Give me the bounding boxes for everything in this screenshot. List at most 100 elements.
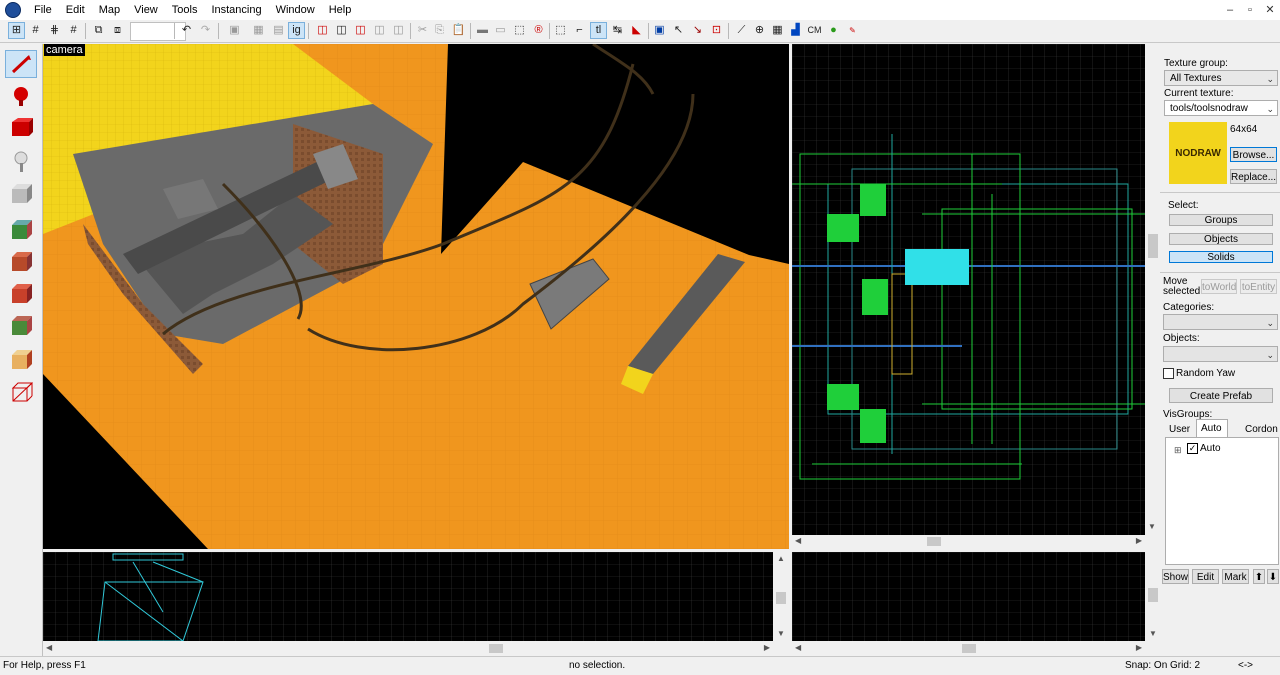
green-blob-icon[interactable]: ● bbox=[825, 22, 842, 39]
hide-icon[interactable]: ▣ bbox=[226, 22, 243, 39]
menu-edit[interactable]: Edit bbox=[59, 4, 92, 16]
texture-side-panel: Texture group: All Textures ⌄ Current te… bbox=[1160, 44, 1280, 656]
replace-button[interactable]: Replace... bbox=[1230, 169, 1277, 184]
undo-icon[interactable]: ↶ bbox=[178, 22, 195, 39]
scale-lock-icon[interactable]: ↹ bbox=[609, 22, 626, 39]
check-problems-icon[interactable]: ⊡ bbox=[708, 22, 725, 39]
top-viewport-vscroll[interactable]: ▼ bbox=[1146, 44, 1160, 535]
cube-grey-2-icon[interactable]: ◫ bbox=[390, 22, 407, 39]
group-icon[interactable]: ⧈ bbox=[109, 22, 126, 39]
tab-cordon[interactable]: Cordon bbox=[1245, 424, 1278, 435]
side-2d-viewport[interactable] bbox=[43, 552, 773, 641]
magnify-tool-icon[interactable] bbox=[5, 82, 37, 110]
menu-view[interactable]: View bbox=[127, 4, 165, 16]
visgroups-tabs: User Auto Cordon bbox=[1165, 419, 1278, 438]
selection-tool-icon[interactable] bbox=[5, 50, 37, 78]
visgroup-show-button[interactable]: Show bbox=[1162, 569, 1189, 584]
camera-tool-icon[interactable] bbox=[5, 114, 37, 142]
top-2d-viewport[interactable] bbox=[792, 44, 1145, 535]
move-up-button[interactable]: ⬆ bbox=[1253, 569, 1265, 584]
tab-auto-active[interactable]: Auto bbox=[1196, 419, 1228, 438]
front-viewport-hscroll[interactable]: ◀ ▶ bbox=[792, 642, 1145, 655]
go-to-brush-icon[interactable]: ↘ bbox=[689, 22, 706, 39]
entity-tool-icon[interactable] bbox=[5, 148, 37, 176]
visgroup-edit-button[interactable]: Edit bbox=[1192, 569, 1219, 584]
objects-button[interactable]: Objects bbox=[1169, 233, 1273, 245]
grid-larger-icon[interactable]: # bbox=[65, 22, 82, 39]
visgroup-mark-button[interactable]: Mark bbox=[1222, 569, 1249, 584]
texture-app-icon[interactable]: ▭ bbox=[492, 22, 509, 39]
groups-button[interactable]: Groups bbox=[1169, 214, 1273, 226]
draw-icon[interactable]: ✎ bbox=[844, 22, 861, 39]
texture-lock-icon[interactable]: ▬ bbox=[474, 22, 491, 39]
browse-button[interactable]: Browse... bbox=[1230, 147, 1277, 162]
smoothing-icon[interactable]: ▦ bbox=[769, 22, 786, 39]
side-viewport-vscroll[interactable]: ▲ ▼ bbox=[774, 552, 788, 641]
carve-icon[interactable]: ⧉ bbox=[90, 22, 107, 39]
menu-window[interactable]: Window bbox=[269, 4, 322, 16]
visgroups-tree[interactable]: ⊞ ✓ Auto bbox=[1165, 437, 1279, 565]
restore-button[interactable]: ▫ bbox=[1240, 0, 1260, 20]
texture-lock-toggle-icon[interactable]: tl bbox=[590, 22, 607, 39]
window-arrange-icon[interactable]: ▟ bbox=[787, 22, 804, 39]
cut-icon[interactable]: ✂ bbox=[414, 22, 431, 39]
find-entity-icon[interactable]: ↖ bbox=[670, 22, 687, 39]
grid-3d-icon[interactable]: ⋕ bbox=[46, 22, 63, 39]
create-prefab-button[interactable]: Create Prefab bbox=[1169, 388, 1273, 403]
cube-red-icon[interactable]: ◫ bbox=[314, 22, 331, 39]
menu-map[interactable]: Map bbox=[92, 4, 127, 16]
front-viewport-vscroll[interactable]: ▼ bbox=[1146, 552, 1160, 641]
auto-visgroup-checkbox[interactable]: ✓ bbox=[1187, 443, 1198, 454]
front-2d-viewport[interactable] bbox=[792, 552, 1145, 641]
show-icon[interactable]: ▦ bbox=[250, 22, 267, 39]
menu-tools[interactable]: Tools bbox=[165, 4, 205, 16]
paste-icon[interactable]: 📋 bbox=[450, 22, 467, 39]
menu-help[interactable]: Help bbox=[322, 4, 359, 16]
texture-tool-icon[interactable] bbox=[5, 216, 37, 244]
solids-button[interactable]: Solids bbox=[1169, 251, 1273, 263]
select-box-icon[interactable]: ⬚ bbox=[552, 22, 569, 39]
menu-file[interactable]: File bbox=[27, 4, 59, 16]
transform-icon[interactable]: ⊕ bbox=[751, 22, 768, 39]
to-world-button[interactable]: toWorld bbox=[1201, 279, 1237, 294]
cube-grey-icon[interactable]: ◫ bbox=[371, 22, 388, 39]
vertex-icon[interactable]: ◣ bbox=[628, 22, 645, 39]
copy-icon[interactable]: ⎘ bbox=[431, 22, 448, 39]
apply-texture-tool-icon[interactable] bbox=[5, 248, 37, 276]
tree-expand-icon[interactable]: ⊞ bbox=[1174, 445, 1182, 456]
cube-outline-icon[interactable]: ◫ bbox=[333, 22, 350, 39]
run-map-icon[interactable]: ▣ bbox=[651, 22, 668, 39]
side-viewport-hscroll[interactable]: ◀ ▶ bbox=[43, 642, 773, 655]
grid-toggle-icon[interactable]: ⊞ bbox=[8, 22, 25, 39]
grid-smaller-icon[interactable]: # bbox=[27, 22, 44, 39]
ignore-groups-icon[interactable]: ig bbox=[288, 22, 305, 39]
decal-tool-icon[interactable] bbox=[5, 280, 37, 308]
to-entity-button[interactable]: toEntity bbox=[1240, 279, 1277, 294]
move-down-button[interactable]: ⬇ bbox=[1267, 569, 1279, 584]
categories-select[interactable]: ⌄ bbox=[1163, 314, 1278, 330]
snap-icon[interactable]: ⌐ bbox=[571, 22, 588, 39]
hide-unselected-icon[interactable]: ▤ bbox=[270, 22, 287, 39]
objects-select[interactable]: ⌄ bbox=[1163, 346, 1278, 362]
texture-preview[interactable]: NODRAW bbox=[1169, 122, 1227, 184]
minimize-button[interactable]: – bbox=[1220, 0, 1240, 20]
current-texture-select[interactable]: tools/toolsnodraw ⌄ bbox=[1164, 100, 1278, 116]
cm-icon[interactable]: CM bbox=[806, 22, 823, 39]
top-viewport-hscroll[interactable]: ◀ ▶ bbox=[792, 535, 1145, 548]
close-button[interactable]: ✕ bbox=[1260, 0, 1280, 20]
cube-red-2-icon[interactable]: ◫ bbox=[352, 22, 369, 39]
random-yaw-checkbox[interactable] bbox=[1163, 368, 1174, 379]
redo-icon[interactable]: ↷ bbox=[197, 22, 214, 39]
tab-user[interactable]: User bbox=[1169, 424, 1190, 435]
overlay-tool-icon[interactable] bbox=[5, 312, 37, 340]
block-tool-icon[interactable] bbox=[5, 180, 37, 208]
tool-x-icon[interactable]: ⟋ bbox=[733, 22, 750, 39]
menu-instancing[interactable]: Instancing bbox=[204, 4, 268, 16]
clip-tool-icon[interactable] bbox=[5, 346, 37, 374]
camera-viewport[interactable]: camera bbox=[43, 44, 789, 549]
texture-group-select[interactable]: All Textures ⌄ bbox=[1164, 70, 1278, 86]
entity-icon[interactable]: ⬚ bbox=[511, 22, 528, 39]
status-help-text: For Help, press F1 bbox=[3, 660, 86, 671]
registered-icon[interactable]: ® bbox=[530, 22, 547, 39]
vertex-tool-icon[interactable] bbox=[5, 378, 37, 406]
